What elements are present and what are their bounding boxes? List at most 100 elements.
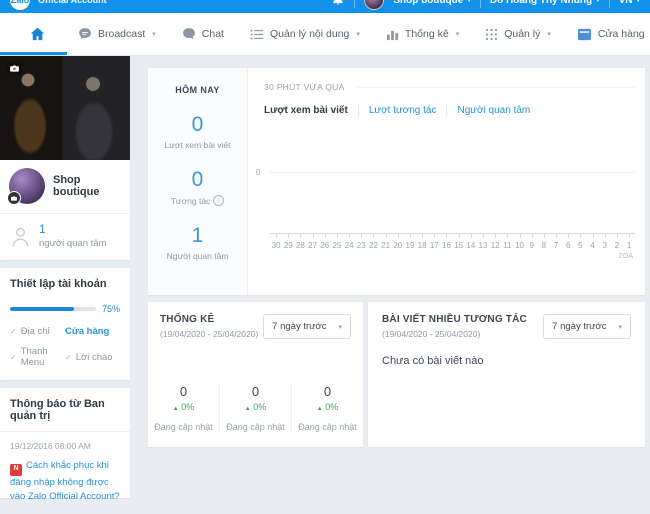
x-tick-label: 24 (343, 234, 355, 250)
stat-column: 0 ▲ 0% Đang cập nhật (291, 384, 363, 432)
caret-down-icon: ▾ (596, 0, 600, 4)
home-icon (30, 27, 45, 41)
progress-track (10, 307, 96, 312)
nav-statistics[interactable]: Thống kê ▾ (373, 13, 472, 55)
nav-home[interactable] (10, 13, 65, 55)
camera-icon[interactable] (7, 191, 21, 205)
nav-label: Cửa hàng (597, 28, 645, 40)
x-tick-label: 19 (404, 234, 416, 250)
stat-change-value: 0% (325, 402, 339, 412)
sidebar: Shop boutique 1 người quan tâm Thiết lập… (0, 56, 130, 506)
account-menu[interactable]: Shop boutique ▾ (393, 0, 471, 6)
x-tick-label: 20 (392, 234, 404, 250)
top-posts-title: BÀI VIẾT NHIỀU TƯƠNG TÁC (382, 314, 527, 325)
person-icon (11, 226, 30, 247)
realtime-title: 30 PHÚT VỪA QUA (264, 82, 345, 92)
x-tick-label: 14 (465, 234, 477, 250)
today-stat-followers: 1 Người quan tâm (167, 225, 229, 261)
camera-icon[interactable] (6, 62, 22, 75)
language-menu[interactable]: VN ▾ (619, 0, 640, 6)
setup-item-label: Thanh Menu (20, 346, 48, 369)
check-icon: ✓ (65, 352, 72, 362)
setup-item-label: Địa chỉ (20, 326, 50, 338)
stat-status: Đang cập nhật (298, 422, 357, 432)
caret-down-icon: ▾ (467, 0, 471, 4)
x-tick-label: 5 (574, 234, 586, 250)
today-column: HÔM NAY 0 Lượt xem bài viết 0 Tương tác … (148, 68, 248, 295)
top-posts-date-range: (19/04/2020 - 25/04/2020) (382, 329, 481, 339)
x-tick-label: 17 (428, 234, 440, 250)
bell-icon[interactable] (331, 0, 345, 7)
stat-value: 0 (179, 384, 188, 399)
stat-change-value: 0% (181, 402, 195, 412)
stat-value: 1 (191, 224, 204, 247)
user-menu[interactable]: Đỗ Hoàng Thy Nhung ▾ (490, 0, 600, 6)
followers-row[interactable]: 1 người quan tâm (0, 213, 130, 260)
setup-item-greeting[interactable]: ✓ Lời chào (65, 346, 120, 368)
nav-label: Broadcast (98, 28, 146, 40)
broadcast-icon (78, 27, 92, 41)
topbar-divider (608, 0, 610, 8)
nav-store[interactable]: Cửa hàng ▾ (564, 13, 650, 55)
profile-card: Shop boutique 1 người quan tâm (0, 56, 130, 261)
today-stat-interactions: 0 Tương tác i (171, 169, 225, 206)
statistics-range-dropdown[interactable]: 7 ngày trước ▾ (263, 314, 351, 339)
tab-followers[interactable]: Người quan tâm (447, 105, 540, 116)
nav-label: Thống kê (404, 28, 449, 40)
caret-down-icon: ▾ (618, 323, 622, 331)
x-tick-label: 16 (440, 234, 452, 250)
stat-column: 0 ▲ 0% Đang cập nhật (148, 384, 219, 432)
x-tick-label: 9 (526, 234, 538, 250)
x-tick-label: 21 (380, 234, 392, 250)
avatar[interactable] (364, 0, 385, 10)
statistics-card: THỐNG KÊ (19/04/2020 - 25/04/2020) 7 ngà… (148, 302, 363, 447)
x-tick-label: 27 (307, 234, 319, 250)
setup-item-label: Cửa hàng (65, 326, 110, 338)
stat-label: Tương tác i (171, 195, 225, 206)
nav-management[interactable]: Quản lý ▾ (472, 13, 564, 55)
setup-title: Thiết lập tài khoản (10, 278, 107, 291)
language-label: VN (618, 0, 633, 6)
tab-post-views[interactable]: Lượt xem bài viết (264, 105, 358, 116)
x-tick-label: 22 (367, 234, 379, 250)
x-tick-label: 10 (513, 234, 525, 250)
chart-watermark: ZOA (618, 253, 633, 260)
nav-content-management[interactable]: Quản lý nội dung ▾ (237, 13, 373, 55)
brand-subtitle: Official Account (38, 0, 107, 5)
profile-avatar[interactable] (7, 168, 45, 205)
announcement-date: 19/12/2016 08:00 AM (10, 441, 91, 452)
check-icon: ✓ (10, 327, 17, 337)
header-rule (356, 86, 635, 88)
info-icon[interactable]: i (213, 195, 225, 206)
x-tick-label: 26 (319, 234, 331, 250)
statistics-row: 0 ▲ 0% Đang cập nhật 0 ▲ 0% Đang cập nhậ… (148, 384, 363, 432)
today-realtime-card: HÔM NAY 0 Lượt xem bài viết 0 Tương tác … (148, 68, 645, 295)
statistics-title: THỐNG KÊ (160, 314, 215, 325)
nav-chat[interactable]: Chat (169, 13, 237, 55)
cover-photo[interactable] (0, 56, 130, 160)
setup-item-store[interactable]: Cửa hàng (65, 326, 120, 337)
top-posts-range-dropdown[interactable]: 7 ngày trước ▾ (543, 314, 631, 339)
check-icon: ✓ (10, 352, 17, 362)
chat-icon (182, 27, 196, 41)
nav-broadcast[interactable]: Broadcast ▾ (65, 13, 169, 55)
x-tick-label: 28 (294, 234, 306, 250)
setup-item-menu[interactable]: ✓ Thanh Menu (10, 346, 65, 368)
dropdown-value: 7 ngày trước (272, 321, 327, 332)
x-tick-label: 1 (623, 234, 635, 250)
store-icon (577, 28, 592, 41)
active-tab-indicator (0, 52, 67, 55)
x-tick-label: 12 (489, 234, 501, 250)
announcement-link[interactable]: N Cách khắc phục khi đăng nhập không được… (10, 459, 120, 505)
top-bar: Zalo Official Account Shop boutique ▾ Đỗ… (0, 0, 650, 13)
caret-down-icon: ▾ (455, 31, 460, 38)
arrow-up-icon: ▲ (244, 406, 251, 412)
empty-posts-message: Chưa có bài viết nào (382, 355, 484, 367)
setup-item-address[interactable]: ✓ Địa chỉ (10, 326, 65, 337)
tab-interactions[interactable]: Lượt tương tác (359, 105, 447, 116)
nav-label: Quản lý nội dung (269, 28, 350, 40)
today-title: HÔM NAY (175, 85, 220, 95)
announcements-card: Thông báo từ Ban quản trị 19/12/2016 08:… (0, 388, 130, 502)
x-tick-label: 7 (550, 234, 562, 250)
realtime-tabs: Lượt xem bài viết Lượt tương tác Người q… (264, 105, 635, 116)
